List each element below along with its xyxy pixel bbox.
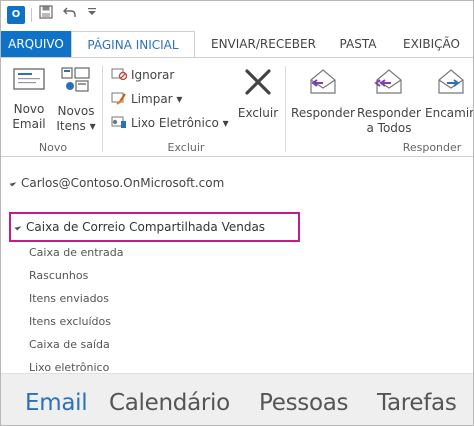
tab-exibicao[interactable]: EXIBIÇÃO (403, 31, 473, 57)
responder-label: Responder (291, 106, 355, 120)
group-separator (285, 66, 286, 152)
tab-pagina-inicial[interactable]: PÁGINA INICIAL (71, 31, 195, 58)
forward-icon (433, 66, 473, 100)
ignorar-button[interactable]: Ignorar (111, 66, 174, 84)
shared-mailbox-label: Caixa de Correio Compartilhada Vendas (26, 220, 266, 234)
responder-todos-label-2: a Todos (366, 121, 412, 135)
group-label-excluir: Excluir (167, 141, 205, 154)
lixo-eletronico-button[interactable]: Lixo Eletrônico ▾ (111, 114, 229, 132)
clean-up-icon (111, 91, 127, 105)
shared-mailbox-node[interactable]: Caixa de Correio Compartilhada Vendas (9, 212, 300, 242)
responder-todos-button[interactable]: Responder a Todos (356, 66, 422, 136)
expanded-triangle-icon[interactable] (14, 223, 22, 231)
ribbon-tabs: ARQUIVO PÁGINA INICIAL ENVIAR/RECEBER PA… (1, 31, 473, 58)
outlook-window: O ARQUIVO PÁGINA INICIAL ENVIAR/RECEBER … (0, 0, 474, 426)
folder-item-outbox[interactable]: Caixa de saída (29, 338, 110, 351)
expanded-triangle-icon[interactable] (9, 179, 17, 187)
quick-access-toolbar: O (1, 1, 473, 29)
account-node[interactable]: Carlos@Contoso.OnMicrosoft.com (9, 176, 225, 190)
nav-email[interactable]: Email (25, 390, 88, 416)
customize-icon[interactable] (83, 5, 101, 23)
novos-itens-label-1: Novos (57, 104, 95, 118)
nav-pessoas[interactable]: Pessoas (259, 390, 349, 416)
delete-x-icon (233, 68, 283, 100)
novos-itens-button[interactable]: Novos Itens ▾ (53, 66, 99, 134)
ignorar-label: Ignorar (131, 68, 175, 82)
excluir-button[interactable]: Excluir (233, 66, 283, 121)
novo-email-button[interactable]: Novo Email (7, 66, 51, 132)
ignore-icon (111, 67, 128, 81)
outlook-app-icon[interactable]: O (7, 6, 25, 24)
qat-separator (31, 8, 32, 22)
folder-pane: Carlos@Contoso.OnMicrosoft.com Caixa de … (1, 158, 473, 374)
folder-item-drafts[interactable]: Rascunhos (29, 269, 88, 282)
group-label-novo: Novo (38, 141, 68, 154)
encaminhar-label: Encaminhar (425, 106, 473, 120)
save-icon[interactable] (37, 5, 55, 23)
novos-itens-label-2: Itens ▾ (56, 119, 96, 133)
bottom-navigation-bar: Email Calendário Pessoas Tarefas (1, 373, 473, 425)
responder-todos-label-1: Responder (357, 106, 421, 120)
folder-item-inbox[interactable]: Caixa de entrada (29, 246, 124, 259)
folder-item-sent[interactable]: Itens enviados (29, 292, 109, 305)
reply-icon (290, 66, 356, 100)
tab-arquivo[interactable]: ARQUIVO (1, 31, 71, 57)
junk-icon (111, 115, 127, 129)
excluir-label: Excluir (237, 106, 279, 120)
undo-icon[interactable] (61, 5, 79, 23)
account-email: Carlos@Contoso.OnMicrosoft.com (21, 176, 225, 190)
ribbon: Novo Email Novos Itens ▾ Novo Ignorar Li… (1, 57, 473, 157)
nav-tarefas[interactable]: Tarefas (377, 390, 457, 416)
limpar-label: Limpar ▾ (131, 92, 183, 106)
encaminhar-button[interactable]: Encaminhar (425, 66, 473, 121)
nav-calendario[interactable]: Calendário (109, 390, 230, 416)
novo-email-label-1: Novo (13, 102, 45, 116)
lixo-eletronico-label: Lixo Eletrônico ▾ (131, 116, 229, 130)
responder-button[interactable]: Responder (290, 66, 356, 121)
new-email-icon (7, 66, 51, 96)
novo-email-label-2: Email (12, 117, 46, 131)
tab-pasta[interactable]: PASTA (331, 31, 385, 57)
tab-enviar-receber[interactable]: ENVIAR/RECEBER (211, 31, 316, 57)
group-label-responder: Responder (402, 141, 462, 154)
limpar-button[interactable]: Limpar ▾ (111, 90, 182, 108)
folder-item-deleted[interactable]: Itens excluídos (29, 315, 111, 328)
reply-all-icon (356, 66, 422, 100)
group-separator (102, 66, 103, 152)
new-items-icon (53, 66, 99, 98)
